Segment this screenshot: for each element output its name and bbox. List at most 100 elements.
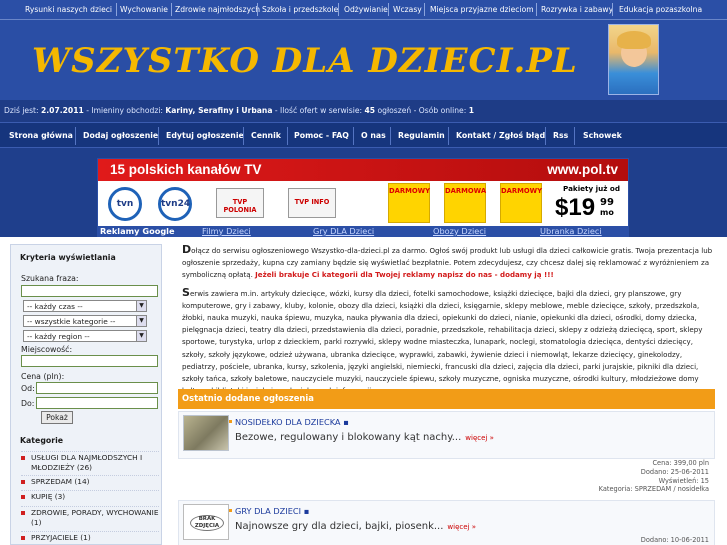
menu-terms[interactable]: Regulamin [398,131,445,140]
menu-pricing[interactable]: Cennik [251,131,281,140]
divider [116,3,117,16]
date-prefix: Dziś jest: [4,106,39,115]
bullet-icon [21,511,25,515]
tv-banner-ad[interactable]: 15 polskich kanałów TV www.pol.tv tvn tv… [97,158,629,228]
intro-paragraph-1: Dołącz do serwisu ogłoszeniowego Wszystk… [182,243,713,280]
top-navigation: Rysunki naszych dzieci Wychowanie Zdrowi… [0,0,727,20]
info-bar: Dziś jest: 2.07.2011 - Imieniny obchodzi… [0,100,727,122]
recent-ads-title: Ostatnio dodane ogłoszenia [178,389,715,409]
main-menu: Strona główna Dodaj ogłoszenie Edytuj og… [0,122,727,148]
header-child-photo [608,24,659,95]
drop-cap: S [182,285,190,299]
city-label: Miejscowość: [21,345,73,354]
ads-label: Reklamy Google [100,226,175,236]
categories-title: Kategorie [20,436,64,445]
time-select[interactable]: -- każdy czas -- ▼ [23,300,147,312]
site-logo[interactable]: WSZYSTKO DLA DZIECI.PL [32,41,578,81]
ad-meta: Dodano: 10-06-2011 [641,536,709,545]
topnav-link-drawings[interactable]: Rysunki naszych dzieci [25,5,112,14]
bullet-icon [21,480,25,484]
banner-site: www.pol.tv [547,162,618,177]
ad-link-games[interactable]: Gry DLA Dzieci [313,226,374,236]
divider [338,3,339,16]
ad-description: Bezowe, regulowany i blokowany kąt nachy… [235,432,462,443]
topnav-link-holidays[interactable]: Wczasy [393,5,422,14]
intro-paragraph-2: Serwis zawiera m.in. artykuły dziecięce,… [182,285,703,395]
topnav-link-education[interactable]: Edukacja pozaszkolna [619,5,702,14]
category-item[interactable]: KUPIĘ (3) [21,490,159,502]
filter-title: Kryteria wyświetlania [20,253,116,262]
menu-home[interactable]: Strona główna [9,131,73,140]
offers-count: 45 [364,106,376,115]
price-from-input[interactable] [36,382,158,394]
ad-title[interactable]: GRY DLA DZIECI [235,506,301,516]
ad-link-films[interactable]: Filmy Dzieci [202,226,251,236]
more-link[interactable]: więcej » [447,523,476,531]
banner-headline: 15 polskich kanałów TV [110,162,262,177]
divider [612,3,613,16]
menu-add-ad[interactable]: Dodaj ogłoszenie [83,131,158,140]
promo-box-1: DARMOWY [388,183,430,223]
divider [536,3,537,16]
ad-price: Cena: 399,00 pln [652,459,709,467]
bullet-icon [21,456,25,460]
bullet-icon [229,420,232,423]
divider [243,127,244,145]
price-label: Cena (pln): [21,372,65,381]
city-input[interactable] [21,355,158,367]
category-select[interactable]: -- wszystkie kategorie -- ▼ [23,315,147,327]
divider [353,127,354,145]
category-item[interactable]: PRZYJACIELE (1) [21,531,159,543]
promo-box-2: DARMOWA [444,183,486,223]
divider [424,3,425,16]
ad-link-clothes[interactable]: Ubranka Dzieci [540,226,602,236]
topnav-link-upbringing[interactable]: Wychowanie [120,5,168,14]
tvp-polonia-logo: TVP POLONIA [216,188,264,218]
divider [75,127,76,145]
menu-contact[interactable]: Kontakt / Zgłoś błąd [456,131,545,140]
offers-prefix: - Ilość ofert w serwisie: [274,106,363,115]
menu-help[interactable]: Pomoc - FAQ [294,131,349,140]
name-day: Kariny, Serafiny i Urbana [165,106,273,115]
current-date: 2.07.2011 [41,106,84,115]
no-image-placeholder[interactable]: BRAK ZDJĘCIA [183,504,229,540]
menu-clipboard[interactable]: Schowek [583,131,622,140]
topnav-link-school[interactable]: Szkoła i przedszkole [262,5,338,14]
menu-rss[interactable]: Rss [553,131,568,140]
missing-category-note[interactable]: Jeżeli brakuje Ci kategorii dla Twojej r… [255,270,554,279]
menu-about[interactable]: O nas [361,131,386,140]
topnav-link-fun[interactable]: Rozrywka i zabawy [541,5,613,14]
ads-link-bar: Reklamy Google Filmy Dzieci Gry DLA Dzie… [97,226,629,237]
category-item[interactable]: ZDROWIE, PORADY, WYCHOWANIE (1) [21,506,159,528]
ad-link-camps[interactable]: Obozy Dzieci [433,226,486,236]
search-button[interactable]: Pokaż [41,411,73,424]
more-link[interactable]: więcej » [465,434,494,442]
ad-category: Kategoria: SPRZEDAM / nosidełka [598,485,709,494]
price-to-input[interactable] [36,397,158,409]
ad-title[interactable]: NOSIDEŁKO DLA DZIECKA [235,417,341,427]
ad-thumbnail[interactable] [183,415,229,451]
drop-cap: D [182,243,192,256]
ad-views: Wyświetleń: 15 [658,476,709,485]
category-item[interactable]: USŁUGI DLA NAJMŁODSZYCH I MŁODZIEŻY (26) [21,451,159,473]
phrase-label: Szukana fraza: [21,274,79,283]
bullet-icon [21,536,25,540]
ad-listing: BRAK ZDJĘCIA GRY DLA DZIECI ▪ Najnowsze … [178,500,715,545]
ad-row: NOSIDEŁKO DLA DZIECKA ▪ Bezowe, regulowa… [178,411,715,459]
topnav-link-health[interactable]: Zdrowie najmłodszych [175,5,260,14]
chevron-down-icon: ▼ [136,331,146,341]
menu-edit-ad[interactable]: Edytuj ogłoszenie [166,131,244,140]
ad-row: BRAK ZDJĘCIA GRY DLA DZIECI ▪ Najnowsze … [178,500,715,545]
tvn24-logo: tvn24 [158,187,192,221]
search-phrase-input[interactable] [21,285,158,297]
banner-package-label: Pakiety już od [563,184,621,193]
category-item[interactable]: SPRZEDAM (14) [21,475,159,487]
names-prefix: - Imieniny obchodzi: [86,106,163,115]
divider [390,127,391,145]
divider [171,3,172,16]
region-select[interactable]: -- każdy region -- ▼ [23,330,147,342]
topnav-link-nutrition[interactable]: Odżywianie [344,5,388,14]
topnav-link-places[interactable]: Miejsca przyjazne dzieciom [430,5,534,14]
bullet-icon [21,495,25,499]
divider [388,3,389,16]
